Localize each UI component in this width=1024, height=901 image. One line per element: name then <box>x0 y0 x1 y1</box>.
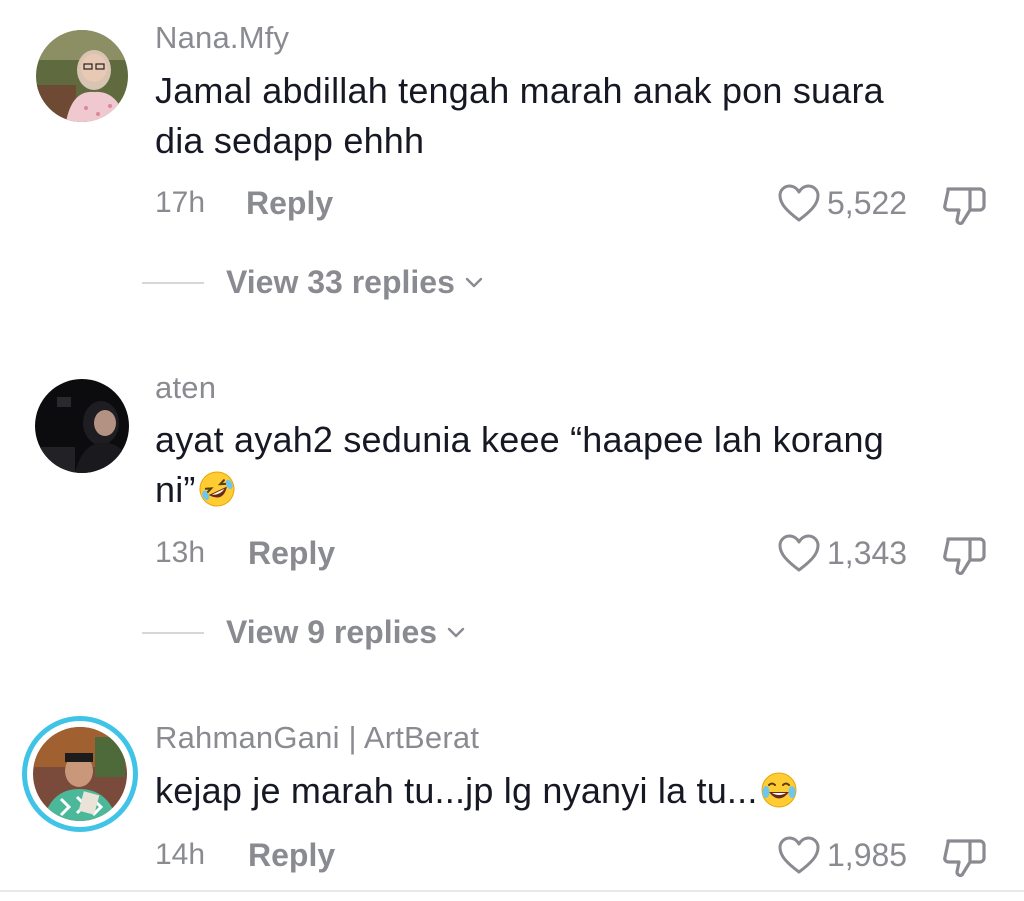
dislike-button[interactable] <box>940 835 988 879</box>
heart-outline-icon <box>777 183 821 223</box>
comment-text-fragment: kejap je marah tu...jp lg nyanyi la tu..… <box>155 770 758 811</box>
divider-line <box>0 890 1024 892</box>
comment-timestamp: 14h <box>155 838 206 871</box>
like-count: 1,343 <box>827 534 908 571</box>
avatar[interactable] <box>36 30 128 122</box>
like-count: 5,522 <box>827 184 908 221</box>
comment-timestamp: 13h <box>155 536 206 569</box>
view-replies-button[interactable]: View 9 replies <box>142 614 467 651</box>
dislike-button[interactable] <box>940 533 988 577</box>
comment-text-line: ayat ayah2 sedunia keee “haapee lah kora… <box>155 419 884 460</box>
comment-text-fragment: ni” <box>155 469 196 510</box>
comment-username[interactable]: aten <box>155 370 216 406</box>
comment-text-line: Jamal abdillah tengah marah anak pon sua… <box>155 70 884 111</box>
view-replies-button[interactable]: View 33 replies <box>142 264 485 301</box>
like-button[interactable]: 5,522 <box>777 183 907 223</box>
reply-button[interactable]: Reply <box>246 185 333 222</box>
comment-username[interactable]: Nana.Mfy <box>155 20 289 56</box>
dislike-button[interactable] <box>940 183 988 227</box>
heart-outline-icon <box>777 835 821 875</box>
avatar[interactable] <box>35 379 129 473</box>
comment-text: Jamal abdillah tengah marah anak pon sua… <box>155 66 975 166</box>
chevron-down-icon <box>445 622 467 644</box>
comment-text: ayat ayah2 sedunia keee “haapee lah kora… <box>155 415 975 515</box>
like-button[interactable]: 1,985 <box>777 835 907 875</box>
reply-button[interactable]: Reply <box>248 535 335 572</box>
thumbs-down-outline-icon <box>940 835 988 879</box>
like-button[interactable]: 1,343 <box>777 533 907 573</box>
thumbs-down-outline-icon <box>940 533 988 577</box>
tears-of-joy-emoji <box>760 771 798 809</box>
divider-line <box>142 631 204 634</box>
divider-line <box>142 281 204 284</box>
like-count: 1,985 <box>827 836 908 873</box>
chevron-down-icon <box>463 272 485 294</box>
comment-username[interactable]: RahmanGani | ArtBerat <box>155 720 479 756</box>
comment-text-line: ni” <box>155 465 975 515</box>
comment-timestamp: 17h <box>155 186 206 219</box>
comment-text: kejap je marah tu...jp lg nyanyi la tu..… <box>155 766 975 816</box>
thumbs-down-outline-icon <box>940 183 988 227</box>
comment-text-line: dia sedapp ehhh <box>155 120 425 161</box>
rolling-on-floor-laughing-emoji <box>198 470 236 508</box>
reply-button[interactable]: Reply <box>248 837 335 874</box>
view-replies-label: View 9 replies <box>226 614 438 650</box>
avatar-story-ring[interactable] <box>22 716 138 832</box>
avatar <box>33 727 127 821</box>
view-replies-label: View 33 replies <box>226 264 455 300</box>
comment-text-line: kejap je marah tu...jp lg nyanyi la tu..… <box>155 766 975 816</box>
heart-outline-icon <box>777 533 821 573</box>
